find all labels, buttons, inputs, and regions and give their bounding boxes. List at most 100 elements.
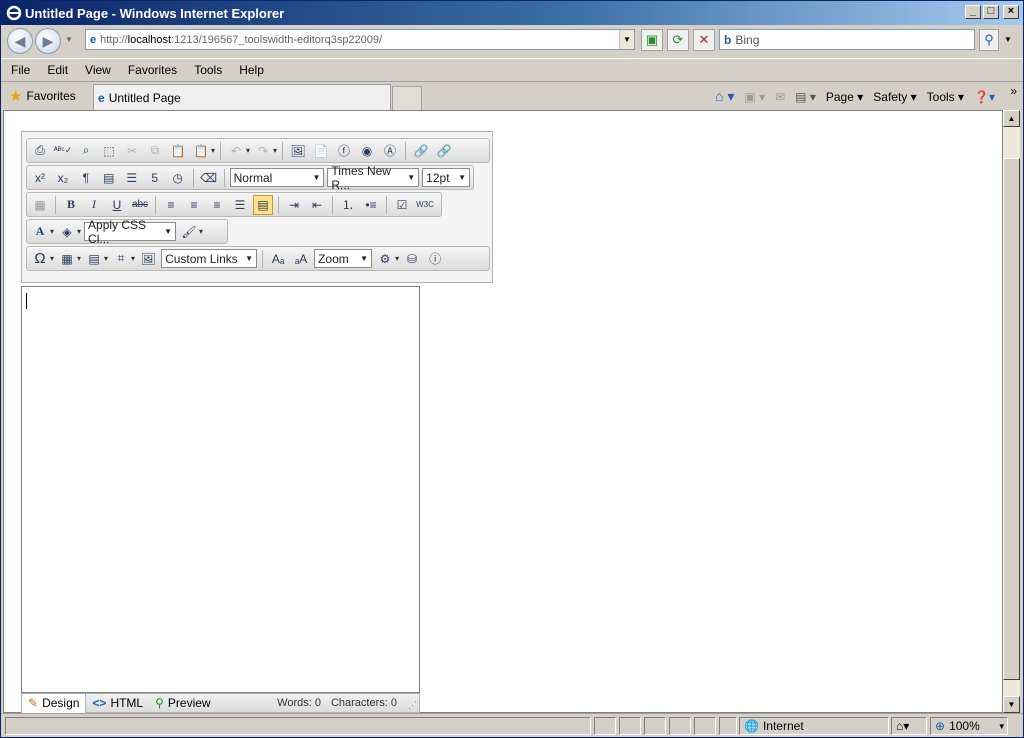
history-dropdown-icon[interactable]: ▼ [65, 35, 73, 44]
w3c-validator-icon[interactable]: W3C [415, 195, 435, 215]
form-element-icon[interactable]: ⌗ [111, 249, 131, 269]
resize-grip-icon[interactable]: ⋰ [408, 700, 417, 711]
custom-links-dropdown[interactable]: Custom Links ▼ [161, 249, 258, 268]
symbols-icon[interactable]: Ω [30, 249, 50, 269]
print-icon[interactable]: ▤ ▾ [795, 90, 816, 104]
table-dropdown-icon[interactable]: ▾ [77, 254, 81, 263]
forward-button[interactable]: ▶ [35, 28, 61, 54]
strikethrough-button[interactable]: abc [130, 195, 150, 215]
feeds-icon[interactable]: ▣ ▾ [744, 90, 765, 104]
undo-icon[interactable]: ↶ [226, 141, 246, 161]
xhtml-validator-icon[interactable]: ☑ [392, 195, 412, 215]
format-painter-icon[interactable]: 🖌 [179, 222, 199, 242]
hyperlink-icon[interactable]: 🔗 [411, 141, 431, 161]
scroll-down-button[interactable]: ▼ [1003, 696, 1020, 713]
align-left-icon[interactable]: ≡ [161, 195, 181, 215]
protected-mode-button[interactable]: ⌂▾ [891, 717, 927, 735]
help-icon[interactable]: ❓▾ [974, 90, 995, 104]
media-manager-icon[interactable]: ◉ [357, 141, 377, 161]
minimize-button[interactable]: _ [965, 5, 981, 19]
convert-upper-icon[interactable]: ₐA [291, 249, 311, 269]
back-button[interactable]: ◀ [7, 28, 33, 54]
image-manager-icon[interactable]: 🖼 [288, 141, 308, 161]
menu-help[interactable]: Help [239, 63, 264, 77]
paragraph-icon[interactable]: ¶ [76, 168, 96, 188]
page-menu[interactable]: Page ▾ [826, 90, 863, 104]
indent-icon[interactable]: ⇥ [284, 195, 304, 215]
convert-lower-icon[interactable]: Aₐ [268, 249, 288, 269]
mail-icon[interactable]: ✉ [775, 90, 785, 104]
favorites-button[interactable]: ★ Favorites [9, 87, 76, 105]
outdent-icon[interactable]: ⇤ [307, 195, 327, 215]
paste-icon[interactable]: 📋 [168, 141, 188, 161]
bold-button[interactable]: B [61, 195, 81, 215]
cut-icon[interactable]: ✂ [122, 141, 142, 161]
search-button[interactable]: ⚲ [979, 29, 999, 51]
print-icon[interactable]: ⎙ [30, 141, 50, 161]
insert-snippet-icon[interactable]: ▤ [84, 249, 104, 269]
safety-menu[interactable]: Safety ▾ [873, 90, 916, 104]
css-class-dropdown[interactable]: Apply CSS Cl... ▼ [84, 218, 177, 246]
format-painter-dropdown-icon[interactable]: ▾ [199, 227, 203, 236]
flash-manager-icon[interactable]: ⓕ [334, 141, 354, 161]
track-changes-icon[interactable]: ⛁ [402, 249, 422, 269]
horizontal-rule-icon[interactable]: ☰ [122, 168, 142, 188]
menu-favorites[interactable]: Favorites [128, 63, 177, 77]
paste-options-icon[interactable]: 📋 [191, 141, 211, 161]
justify-none-icon[interactable]: ▤ [253, 194, 273, 215]
address-dropdown-icon[interactable]: ▼ [619, 30, 634, 49]
home-icon[interactable]: ⌂ ▾ [715, 88, 734, 105]
back-color-icon[interactable]: ◈ [57, 222, 77, 242]
new-tab-button[interactable] [392, 86, 422, 110]
remove-link-icon[interactable]: 🔗 [434, 141, 454, 161]
chevron-more-icon[interactable]: » [1010, 84, 1017, 98]
tools-menu[interactable]: Tools ▾ [927, 90, 964, 104]
paste-dropdown-icon[interactable]: ▾ [211, 146, 215, 155]
design-mode-button[interactable]: ✎ Design [22, 693, 87, 713]
superscript-icon[interactable]: x² [30, 168, 50, 188]
redo-icon[interactable]: ↷ [253, 141, 273, 161]
zoom-level-button[interactable]: ⊕ 100% ▼ [930, 717, 1008, 735]
format-stripper-icon[interactable]: ⌫ [199, 168, 219, 188]
close-button[interactable]: × [1003, 5, 1019, 19]
document-manager-icon[interactable]: 📄 [311, 141, 331, 161]
html-mode-button[interactable]: <> HTML [86, 694, 149, 713]
new-paragraph-icon[interactable]: ▤ [99, 168, 119, 188]
snippet-dropdown-icon[interactable]: ▾ [104, 254, 108, 263]
bulleted-list-icon[interactable]: •≡ [361, 195, 381, 215]
font-name-dropdown[interactable]: Times New R... ▼ [327, 164, 420, 192]
scroll-thumb[interactable] [1003, 158, 1020, 680]
undo-dropdown-icon[interactable]: ▾ [246, 146, 250, 155]
insert-date-icon[interactable]: 5 [145, 168, 165, 188]
module-manager-dropdown-icon[interactable]: ▾ [395, 254, 399, 263]
underline-button[interactable]: U [107, 195, 127, 215]
vertical-scrollbar[interactable]: ▲ ▼ [1003, 110, 1020, 713]
spellcheck-icon[interactable]: ᴬᴮᶜ✓ [53, 141, 73, 161]
italic-button[interactable]: I [84, 195, 104, 215]
justify-icon[interactable]: ☰ [230, 195, 250, 215]
insert-time-icon[interactable]: ◷ [168, 168, 188, 188]
font-size-dropdown[interactable]: 12pt ▼ [422, 168, 471, 187]
back-color-dropdown-icon[interactable]: ▾ [77, 227, 81, 236]
editor-content-area[interactable] [21, 286, 420, 693]
image-editor-icon[interactable]: 🖼 [138, 249, 158, 269]
scroll-up-button[interactable]: ▲ [1003, 110, 1020, 127]
menu-file[interactable]: File [11, 63, 30, 77]
compatibility-button[interactable]: ▣ [641, 29, 663, 51]
subscript-icon[interactable]: x₂ [53, 168, 73, 188]
insert-table-icon[interactable]: ▦ [57, 249, 77, 269]
address-bar[interactable]: e http://localhost:1213/196567_toolswidt… [85, 29, 635, 50]
menu-edit[interactable]: Edit [47, 63, 68, 77]
zoom-dropdown[interactable]: Zoom ▼ [314, 249, 373, 268]
about-dialog-icon[interactable]: ⓘ [425, 249, 445, 269]
image-map-icon[interactable]: ▦ [30, 195, 50, 215]
menu-view[interactable]: View [85, 63, 111, 77]
form-element-dropdown-icon[interactable]: ▾ [131, 254, 135, 263]
redo-dropdown-icon[interactable]: ▾ [273, 146, 277, 155]
search-box[interactable]: b Bing [719, 29, 975, 50]
maximize-button[interactable]: □ [983, 5, 999, 19]
align-right-icon[interactable]: ≡ [207, 195, 227, 215]
fore-color-dropdown-icon[interactable]: ▾ [50, 227, 54, 236]
copy-icon[interactable]: ⧉ [145, 141, 165, 161]
security-zone[interactable]: 🌐 Internet [739, 717, 889, 735]
